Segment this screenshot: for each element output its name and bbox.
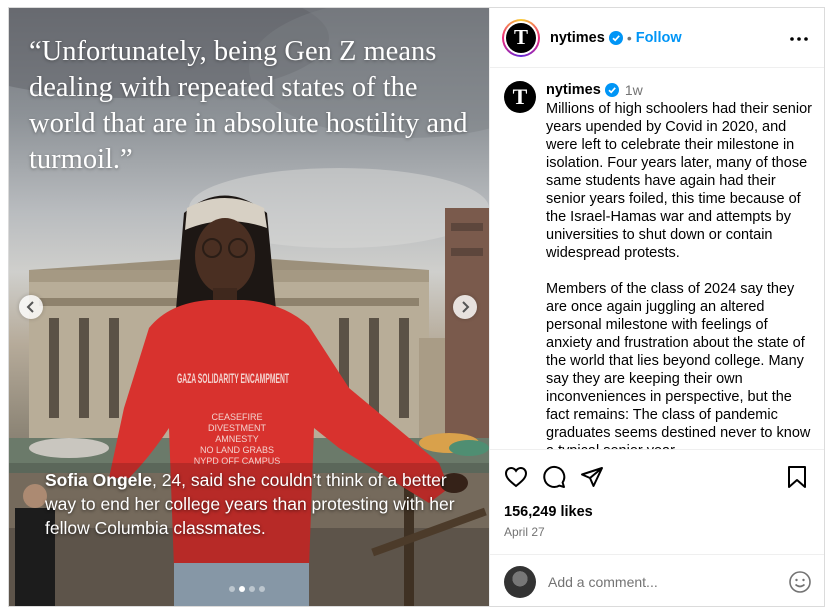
chevron-left-icon	[26, 301, 34, 313]
heart-icon[interactable]	[504, 465, 528, 489]
sweatshirt-line: NO LAND GRABS	[200, 445, 274, 455]
emoji-icon[interactable]	[788, 570, 812, 594]
story-ring[interactable]: T	[502, 18, 540, 57]
previous-slide-button[interactable]	[19, 295, 43, 319]
caption-avatar[interactable]: T	[504, 81, 536, 113]
verified-badge-icon	[608, 30, 623, 45]
sweatshirt-text: GAZA SOLIDARITY ENCAMPMENT	[177, 370, 289, 386]
post-caption-comment: T nytimes 1w Millions of high schoolers …	[504, 81, 814, 449]
carousel-indicator	[229, 586, 265, 592]
carousel-dot	[229, 586, 235, 592]
caption-paragraph: Members of the class of 2024 say they ar…	[546, 281, 811, 449]
share-icon[interactable]	[580, 465, 604, 489]
post-actions: 156,249 likes April 27	[490, 449, 824, 539]
instagram-post: GAZA SOLIDARITY ENCAMPMENT CEASEFIRE DIV…	[8, 7, 825, 607]
comments-area[interactable]: T nytimes 1w Millions of high schoolers …	[490, 69, 824, 449]
carousel-dot	[249, 586, 255, 592]
bookmark-icon[interactable]	[786, 465, 808, 489]
current-user-avatar	[504, 565, 536, 598]
carousel-dot-active	[239, 586, 245, 592]
post-date: April 27	[504, 525, 545, 539]
carousel-dot	[259, 586, 265, 592]
post-header: T nytimes • Follow	[490, 8, 824, 68]
sweatshirt-line: CEASEFIRE	[211, 412, 262, 422]
sweatshirt-line: AMNESTY	[215, 434, 259, 444]
chevron-right-icon	[462, 301, 470, 313]
header-separator: •	[626, 29, 632, 46]
photo-caption: Sofia Ongele, 24, said she couldn’t thin…	[45, 468, 465, 540]
more-options-icon[interactable]	[790, 28, 808, 46]
verified-badge-icon	[604, 83, 619, 97]
caption-username[interactable]: nytimes	[546, 82, 601, 98]
caption-text-block: Millions of high schoolers had their sen…	[546, 100, 814, 449]
post-media: GAZA SOLIDARITY ENCAMPMENT CEASEFIRE DIV…	[9, 8, 489, 606]
post-side-panel: T nytimes • Follow T nytimes 1w Millions…	[489, 8, 824, 606]
follow-button[interactable]: Follow	[636, 30, 682, 46]
caption-subject-name: Sofia Ongele	[45, 470, 152, 490]
header-username[interactable]: nytimes	[550, 30, 605, 46]
comment-input[interactable]	[548, 573, 768, 590]
like-count[interactable]: 156,249 likes	[504, 504, 812, 520]
comment-icon[interactable]	[542, 465, 566, 489]
next-slide-button[interactable]	[453, 295, 477, 319]
add-comment-bar	[490, 554, 824, 606]
caption-paragraph: Millions of high schoolers had their sen…	[546, 101, 812, 261]
post-time[interactable]: 1w	[625, 82, 643, 98]
account-avatar: T	[506, 22, 536, 53]
sweatshirt-line: DIVESTMENT	[208, 423, 267, 433]
pull-quote: “Unfortunately, being Gen Z means dealin…	[29, 36, 468, 175]
